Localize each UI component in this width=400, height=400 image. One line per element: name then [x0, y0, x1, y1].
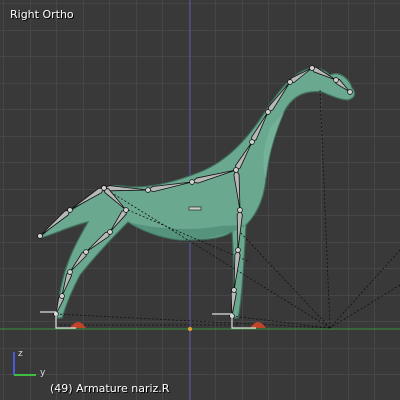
bone-joint[interactable]: [333, 77, 339, 83]
bone-joint[interactable]: [67, 269, 73, 275]
bone-joint[interactable]: [59, 293, 65, 299]
bone-joint[interactable]: [123, 207, 129, 213]
bone-joint[interactable]: [37, 233, 43, 239]
gizmo-z-label: z: [18, 349, 23, 359]
scene-origin-dot: [188, 327, 192, 331]
bone-joint[interactable]: [107, 229, 113, 235]
object-name: Armature nariz.R: [76, 382, 170, 395]
active-object-label: (49) Armature nariz.R: [50, 382, 169, 395]
3d-viewport[interactable]: z y Right Ortho (49) Armature nariz.R: [0, 0, 400, 400]
bone-joint[interactable]: [101, 185, 107, 191]
bone-joint[interactable]: [235, 247, 241, 253]
bone-joint[interactable]: [67, 207, 73, 213]
bone-joint[interactable]: [237, 207, 243, 213]
bone-joint[interactable]: [189, 179, 195, 185]
horse-mesh[interactable]: [38, 67, 356, 319]
gizmo-y-label: y: [40, 368, 46, 378]
viewport-canvas[interactable]: z y: [0, 0, 400, 400]
foot-ik-marker-back[interactable]: [250, 322, 266, 328]
bone-joint[interactable]: [233, 167, 239, 173]
view-name-label: Right Ortho: [10, 8, 74, 21]
frame-number: (49): [50, 382, 73, 395]
bone-joint[interactable]: [287, 79, 293, 85]
bone-joint[interactable]: [83, 249, 89, 255]
bone-joint[interactable]: [249, 139, 255, 145]
bone-joint[interactable]: [231, 287, 237, 293]
bone-joint[interactable]: [347, 89, 353, 95]
bone-joint[interactable]: [145, 187, 151, 193]
bone-joint[interactable]: [265, 109, 271, 115]
bone-joint[interactable]: [309, 65, 315, 71]
helper-bone[interactable]: [188, 206, 202, 211]
